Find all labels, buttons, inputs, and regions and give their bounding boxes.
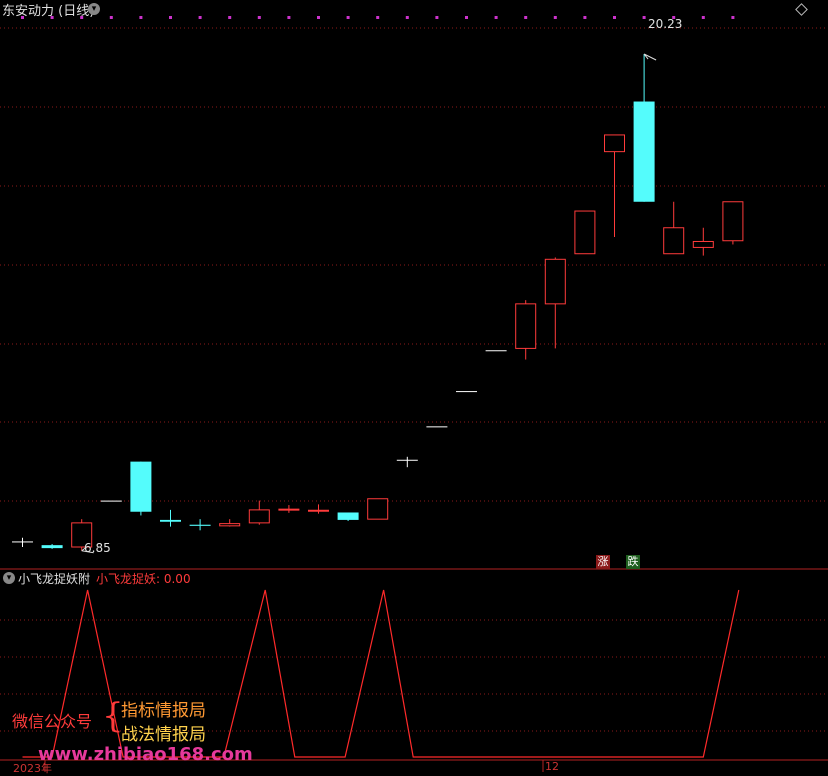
watermark-line1: 指标情报局 (121, 701, 206, 721)
stock-chart[interactable] (0, 0, 828, 772)
up-badge[interactable]: 涨 (596, 555, 610, 569)
top-marker (139, 16, 143, 19)
candle-body (308, 509, 329, 512)
candle-body (692, 240, 714, 248)
high-price-label: 20.23 (648, 17, 683, 31)
watermark-line2: 战法情报局 (121, 725, 206, 745)
watermark-url: www.zhibiao168.com (38, 744, 253, 765)
candle-body (278, 508, 300, 511)
candle-body (544, 258, 566, 305)
candle-body (574, 210, 596, 255)
top-marker (553, 16, 557, 19)
top-marker (376, 16, 380, 19)
top-marker (287, 16, 291, 19)
candle-body (337, 512, 359, 520)
top-marker (228, 16, 232, 19)
high-arrow (643, 53, 657, 61)
down-badge[interactable]: 跌 (626, 555, 640, 569)
candle-body (12, 541, 33, 543)
top-marker (198, 16, 202, 19)
top-marker (405, 16, 409, 19)
candle-body (456, 391, 477, 393)
top-marker (731, 16, 735, 19)
candle-body (426, 426, 448, 428)
indicator-title: 小飞龙捉妖附 (18, 572, 91, 586)
candle-body (396, 459, 418, 461)
top-marker (465, 16, 468, 19)
top-marker (494, 16, 498, 19)
top-marker (583, 16, 587, 19)
chevron-down-icon[interactable]: ▾ (3, 572, 15, 584)
candlestick-series (12, 53, 744, 554)
top-marker (613, 16, 616, 19)
grid-lines (0, 27, 828, 772)
candle-body (160, 519, 181, 522)
candle-body (722, 201, 744, 242)
candle-body (604, 134, 625, 153)
candle-body (515, 303, 537, 349)
chart-title: 东安动力 (日线) (2, 4, 95, 19)
x-axis-year: 2023年 (13, 762, 52, 775)
candle-body (248, 509, 270, 524)
top-marker (257, 16, 261, 19)
x-axis-month: 12 (545, 760, 559, 773)
top-marker (642, 16, 646, 19)
top-marker (317, 16, 320, 19)
top-markers (21, 16, 735, 19)
top-marker (435, 16, 439, 19)
candle-body (663, 227, 685, 255)
top-marker (109, 16, 113, 19)
watermark-wechat: 微信公众号 (12, 712, 93, 731)
low-price-label: 6.85 (84, 541, 111, 555)
candle-body (633, 101, 655, 202)
candle-body (189, 524, 211, 526)
top-marker (169, 16, 172, 19)
candle-body (219, 523, 241, 527)
candle-body (41, 545, 63, 549)
top-marker (346, 16, 350, 19)
indicator-value: 小飞龙捉妖: 0.00 (96, 572, 191, 586)
candle-body (130, 461, 152, 512)
top-marker (524, 16, 528, 19)
candle-body (367, 498, 389, 520)
chevron-down-icon[interactable]: ▾ (88, 3, 100, 15)
candle-body (485, 350, 507, 352)
candle-body (100, 500, 122, 502)
top-marker (701, 16, 705, 19)
